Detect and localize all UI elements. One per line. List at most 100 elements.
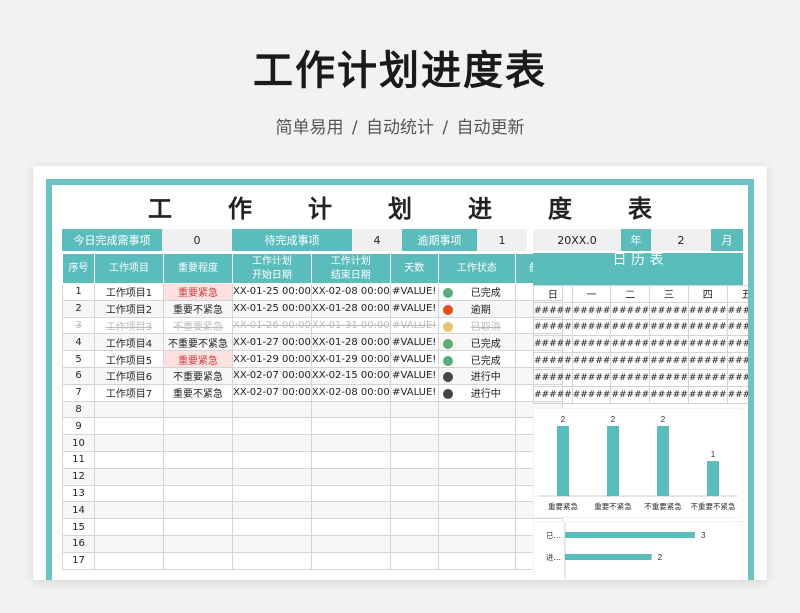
priority-cell[interactable]: 不重要不紧急 bbox=[163, 333, 233, 352]
row-number-cell[interactable]: 13 bbox=[62, 484, 95, 503]
empty-cell[interactable] bbox=[94, 434, 164, 452]
work-item-cell[interactable]: 工作项目5 bbox=[94, 350, 164, 368]
empty-cell[interactable] bbox=[163, 467, 233, 486]
start-date-cell[interactable]: XX-01-25 00:00 bbox=[232, 299, 312, 318]
calendar-day-cell[interactable]: ##### bbox=[726, 385, 748, 404]
days-cell[interactable]: #VALUE! bbox=[389, 383, 439, 402]
priority-cell[interactable]: 重要紧急 bbox=[163, 350, 233, 368]
calendar-day-cell[interactable]: ##### bbox=[610, 352, 651, 370]
end-date-cell[interactable]: XX-01-31 00:00 bbox=[310, 316, 391, 335]
end-date-cell[interactable]: XX-01-28 00:00 bbox=[310, 299, 391, 318]
start-date-cell[interactable]: XX-01-29 00:00 bbox=[232, 350, 312, 368]
start-date-cell[interactable]: XX-01-26 00:00 bbox=[232, 316, 312, 335]
empty-cell[interactable] bbox=[232, 484, 312, 503]
calendar-day-cell[interactable]: ##### bbox=[571, 335, 612, 354]
calendar-day-cell[interactable]: ##### bbox=[687, 368, 728, 387]
row-number-cell[interactable]: 15 bbox=[62, 518, 95, 536]
end-date-cell[interactable]: XX-01-29 00:00 bbox=[310, 350, 391, 368]
empty-cell[interactable] bbox=[437, 534, 516, 553]
row-number-cell[interactable]: 16 bbox=[62, 534, 95, 553]
days-cell[interactable]: #VALUE! bbox=[389, 333, 439, 352]
calendar-day-cell[interactable]: ##### bbox=[571, 318, 612, 337]
empty-cell[interactable] bbox=[389, 450, 439, 469]
row-number-cell[interactable]: 14 bbox=[62, 501, 95, 520]
calendar-day-cell[interactable]: ##### bbox=[571, 368, 612, 387]
empty-cell[interactable] bbox=[389, 484, 439, 503]
row-number-cell[interactable]: 1 bbox=[62, 283, 95, 301]
empty-cell[interactable] bbox=[310, 400, 391, 419]
table-row[interactable]: 5 工作项目5 重要紧急 XX-01-29 00:00 XX-01-29 00:00 #V… bbox=[62, 350, 563, 368]
table-row[interactable]: 2 工作项目2 重要不紧急 XX-01-25 00:00 XX-01-28 00:00 #… bbox=[62, 299, 563, 318]
calendar-day-cell[interactable]: ##### bbox=[726, 368, 748, 387]
work-item-cell[interactable]: 工作项目1 bbox=[94, 283, 164, 301]
calendar-day-cell[interactable]: ##### bbox=[726, 335, 748, 354]
empty-cell[interactable] bbox=[389, 400, 439, 419]
empty-cell[interactable] bbox=[232, 467, 312, 486]
empty-cell[interactable] bbox=[163, 484, 233, 503]
table-row[interactable]: 17 bbox=[62, 551, 563, 570]
work-item-cell[interactable]: 工作项目7 bbox=[94, 383, 164, 402]
empty-cell[interactable] bbox=[310, 450, 391, 469]
empty-cell[interactable] bbox=[437, 434, 516, 452]
empty-cell[interactable] bbox=[310, 484, 391, 503]
empty-cell[interactable] bbox=[94, 484, 164, 503]
empty-cell[interactable] bbox=[163, 450, 233, 469]
column-header[interactable]: 重要程度 bbox=[163, 253, 233, 284]
days-cell[interactable]: #VALUE! bbox=[389, 366, 439, 385]
empty-cell[interactable] bbox=[310, 534, 391, 553]
table-row[interactable]: 7 工作项目7 重要不紧急 XX-02-07 00:00 XX-02-08 00:00 #… bbox=[62, 383, 563, 402]
empty-cell[interactable] bbox=[389, 434, 439, 452]
table-row[interactable]: 9 bbox=[62, 417, 563, 436]
empty-cell[interactable] bbox=[310, 434, 391, 452]
row-number-cell[interactable]: 4 bbox=[62, 333, 95, 352]
status-cell[interactable]: 已完成 bbox=[437, 283, 516, 301]
empty-cell[interactable] bbox=[437, 551, 516, 570]
calendar-day-cell[interactable]: ##### bbox=[687, 318, 728, 337]
end-date-cell[interactable]: XX-01-28 00:00 bbox=[310, 333, 391, 352]
overdue-value[interactable]: 1 bbox=[477, 229, 527, 251]
calendar-day-cell[interactable]: ##### bbox=[649, 318, 689, 337]
empty-cell[interactable] bbox=[94, 518, 164, 536]
calendar-day-cell[interactable]: ##### bbox=[610, 301, 651, 320]
status-cell[interactable]: 已完成 bbox=[437, 333, 516, 352]
start-date-cell[interactable]: XX-02-07 00:00 bbox=[232, 366, 312, 385]
empty-cell[interactable] bbox=[437, 484, 516, 503]
work-item-cell[interactable]: 工作项目2 bbox=[94, 299, 164, 318]
work-item-cell[interactable]: 工作项目4 bbox=[94, 333, 164, 352]
empty-cell[interactable] bbox=[163, 518, 233, 536]
empty-cell[interactable] bbox=[389, 551, 439, 570]
row-number-cell[interactable]: 11 bbox=[62, 450, 95, 469]
empty-cell[interactable] bbox=[163, 501, 233, 520]
column-header[interactable]: 工作计划 结束日期 bbox=[310, 253, 391, 284]
calendar-day-cell[interactable]: ##### bbox=[610, 335, 651, 354]
empty-cell[interactable] bbox=[94, 551, 164, 570]
row-number-cell[interactable]: 7 bbox=[62, 383, 95, 402]
start-date-cell[interactable]: XX-02-07 00:00 bbox=[232, 383, 312, 402]
days-cell[interactable]: #VALUE! bbox=[389, 350, 439, 368]
end-date-cell[interactable]: XX-02-15 00:00 bbox=[310, 366, 391, 385]
status-cell[interactable]: 已取消 bbox=[437, 316, 516, 335]
empty-cell[interactable] bbox=[437, 400, 516, 419]
empty-cell[interactable] bbox=[232, 518, 312, 536]
calendar-day-cell[interactable]: ##### bbox=[533, 368, 573, 387]
row-number-cell[interactable]: 10 bbox=[62, 434, 95, 452]
status-cell[interactable]: 逾期 bbox=[437, 299, 516, 318]
row-number-cell[interactable]: 5 bbox=[62, 350, 95, 368]
empty-cell[interactable] bbox=[94, 501, 164, 520]
calendar-day-cell[interactable]: ##### bbox=[649, 335, 689, 354]
calendar-day-cell[interactable]: ##### bbox=[649, 352, 689, 370]
empty-cell[interactable] bbox=[232, 450, 312, 469]
calendar-day-cell[interactable]: ##### bbox=[571, 301, 612, 320]
table-row[interactable]: 15 bbox=[62, 518, 563, 536]
today-done-value[interactable]: 0 bbox=[162, 229, 232, 251]
table-row[interactable]: 14 bbox=[62, 501, 563, 520]
calendar-day-cell[interactable]: ##### bbox=[533, 301, 573, 320]
start-date-cell[interactable]: XX-01-25 00:00 bbox=[232, 283, 312, 301]
empty-cell[interactable] bbox=[437, 450, 516, 469]
end-date-cell[interactable]: XX-02-08 00:00 bbox=[310, 383, 391, 402]
empty-cell[interactable] bbox=[232, 501, 312, 520]
empty-cell[interactable] bbox=[163, 400, 233, 419]
status-cell[interactable]: 已完成 bbox=[437, 350, 516, 368]
empty-cell[interactable] bbox=[163, 417, 233, 436]
calendar-day-cell[interactable]: ##### bbox=[687, 352, 728, 370]
